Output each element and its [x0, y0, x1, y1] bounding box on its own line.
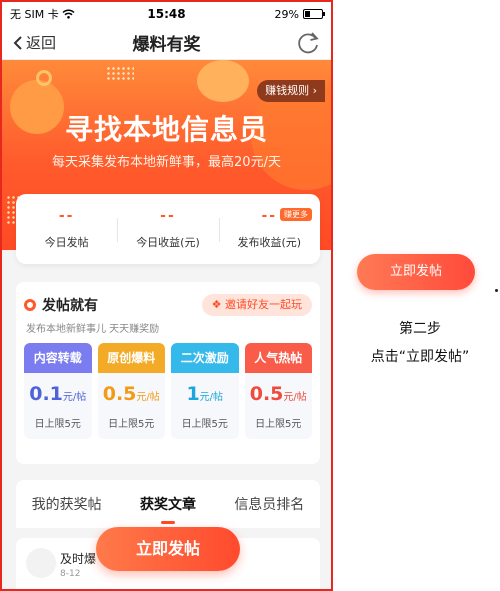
back-button[interactable]: 返回 [2, 32, 56, 53]
handshake-icon: ❖ [211, 298, 222, 311]
battery-status: 29% [274, 7, 325, 21]
chevron-right-icon: › [309, 84, 317, 97]
carrier-info: 无 SIM 卡 [10, 6, 75, 22]
navigation-bar: 返回 爆料有奖 [2, 26, 331, 60]
stat-label: 今日收益(元) [136, 236, 200, 249]
post-now-example-button[interactable]: 立即发帖 [357, 254, 475, 290]
reward-tile[interactable]: 原创爆料 0.5元/帖 日上限5元 [97, 343, 166, 439]
price-unit: 元/帖 [199, 392, 224, 403]
back-label: 返回 [26, 34, 57, 52]
reward-tile-name: 内容转载 [24, 343, 92, 373]
invite-friends-button[interactable]: ❖ 邀请好友一起玩 [201, 294, 312, 316]
reward-tiles: 内容转载 0.1元/帖 日上限5元 原创爆料 0.5元/帖 日上限5元 二次激励… [24, 343, 312, 439]
earn-more-badge[interactable]: 赚更多 [279, 208, 312, 221]
reward-tile-price: 0.5元/帖 [98, 383, 166, 405]
earning-rules-button[interactable]: 赚钱规则 › [257, 80, 325, 102]
post-rewards-subtitle: 发布本地新鲜事儿 天天赚奖励 [26, 324, 160, 335]
tab-awarded-articles[interactable]: 获奖文章 [117, 494, 218, 524]
chevron-left-icon [13, 35, 22, 50]
stats-card: -- 今日发帖 -- 今日收益(元) 赚更多 -- 发布收益(元) [16, 194, 320, 264]
decor-dot [495, 289, 498, 292]
reward-tile-limit: 日上限5元 [34, 419, 81, 430]
circle-dot-icon [24, 299, 36, 311]
stat-value: -- [58, 208, 75, 224]
step-description: 点击“立即发帖” [370, 349, 470, 365]
stat-today-posts: -- 今日发帖 [16, 194, 117, 264]
price-amount: 0.5 [102, 383, 137, 405]
tab-my-awarded-posts[interactable]: 我的获奖帖 [16, 494, 117, 514]
banner-subtitle: 每天采集发布本地新鲜事，最高20元/天 [52, 155, 281, 170]
reward-tile-price: 0.1元/帖 [24, 383, 92, 405]
stat-today-income: -- 今日收益(元) [117, 194, 218, 264]
decor-dots [106, 66, 134, 80]
phone-screen: 无 SIM 卡 15:48 29% 返回 爆料有奖 赚钱规则 › 寻找本地信息员… [0, 0, 333, 591]
tab-bar: 我的获奖帖 获奖文章 信息员排名 [16, 480, 320, 528]
price-amount: 0.5 [249, 383, 284, 405]
wifi-icon [62, 9, 75, 19]
decor-circle [197, 60, 249, 102]
stat-post-income[interactable]: 赚更多 -- 发布收益(元) [218, 194, 320, 264]
status-bar: 无 SIM 卡 15:48 29% [2, 2, 331, 26]
avatar [26, 548, 56, 578]
stat-label: 今日发帖 [44, 236, 89, 249]
reward-tile-limit: 日上限5元 [181, 419, 228, 430]
step-label: 第二步 [399, 321, 441, 337]
price-amount: 0.1 [29, 383, 63, 405]
reward-tile-price: 1元/帖 [171, 383, 239, 405]
reward-tile[interactable]: 内容转载 0.1元/帖 日上限5元 [24, 343, 92, 439]
post-now-button[interactable]: 立即发帖 [96, 527, 240, 571]
price-unit: 元/帖 [62, 392, 87, 403]
tab-reporter-ranking[interactable]: 信息员排名 [219, 494, 320, 514]
stat-label: 发布收益(元) [237, 236, 302, 249]
reward-tile-limit: 日上限5元 [108, 419, 155, 430]
earning-rules-label: 赚钱规则 [265, 84, 310, 97]
price-unit: 元/帖 [136, 392, 160, 403]
reward-tile[interactable]: 人气热帖 0.5元/帖 日上限5元 [244, 343, 313, 439]
stat-value: -- [160, 208, 176, 224]
list-item-date: 8-12 [60, 569, 81, 579]
reward-tile[interactable]: 二次激励 1元/帖 日上限5元 [171, 343, 239, 439]
reward-tile-limit: 日上限5元 [255, 419, 302, 430]
reward-tile-name: 二次激励 [171, 343, 239, 373]
post-rewards-header: 发帖就有 ❖ 邀请好友一起玩 [24, 294, 312, 316]
reward-tile-name: 人气热帖 [244, 343, 312, 373]
battery-icon [303, 9, 325, 19]
reward-tile-price: 0.5元/帖 [245, 383, 313, 405]
carrier-label: 无 SIM 卡 [10, 8, 59, 21]
price-unit: 元/帖 [283, 392, 307, 403]
post-rewards-card: 发帖就有 ❖ 邀请好友一起玩 发布本地新鲜事儿 天天赚奖励 内容转载 0.1元/… [16, 282, 320, 464]
price-amount: 1 [186, 383, 200, 405]
battery-percent: 29% [274, 7, 299, 21]
list-item-title: 及时爆 [60, 552, 97, 566]
stat-value: -- [261, 208, 278, 224]
banner-title: 寻找本地信息员 [64, 113, 268, 146]
refresh-icon[interactable] [295, 30, 321, 56]
decor-ring [36, 70, 52, 86]
post-rewards-title: 发帖就有 [42, 298, 98, 314]
invite-label: 邀请好友一起玩 [225, 298, 302, 311]
reward-tile-name: 原创爆料 [97, 343, 165, 373]
